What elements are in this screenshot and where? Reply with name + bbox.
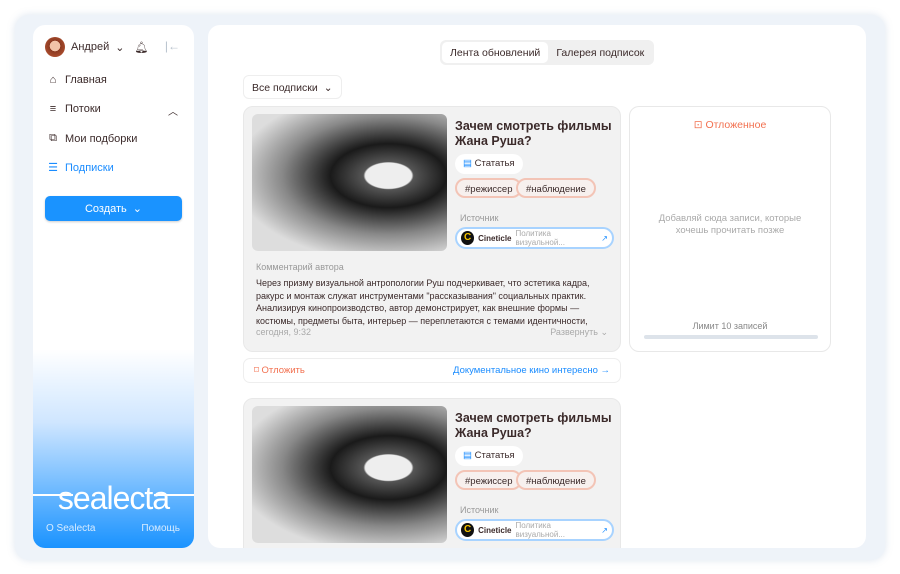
collapse-sidebar-icon[interactable]: |←: [165, 39, 180, 53]
external-link-icon: ↗: [601, 525, 608, 535]
nav-label: Подписки: [65, 161, 114, 174]
stack-icon: ☰: [48, 162, 58, 174]
post-actions: ⌑ Отложить Документальное кино интересно…: [243, 358, 621, 383]
post-title[interactable]: Зачем смотреть фильмы Жана Руша?: [455, 119, 615, 149]
source-name: Cineticle: [478, 525, 512, 535]
user-name: Андрей: [71, 41, 110, 53]
deferred-panel: ⊡ Отложенное Добавляй сюда записи, котор…: [629, 106, 831, 352]
bookmark-icon: ⌑: [254, 365, 259, 376]
sidebar: Андрей ⌄ 🔔︎ |← ⌂ Главная ≡ Потоки ︿ ⧉ Мои п…: [33, 25, 194, 548]
source-link[interactable]: C Cineticle Политика визуальной... ↗: [455, 519, 614, 541]
tag[interactable]: #режиссер: [455, 178, 523, 198]
main-panel: Лента обновлений Галерея подписок Все по…: [208, 25, 866, 548]
post-image: [252, 406, 447, 543]
create-label: Создать: [84, 202, 127, 215]
deferred-limit-bar: [644, 335, 818, 339]
about-link[interactable]: О Sealecta: [46, 523, 95, 534]
type-label: Стататья: [474, 450, 515, 461]
comment-label: Комментарий автора: [256, 262, 344, 272]
external-link-icon: ↗: [601, 233, 608, 243]
tag[interactable]: #наблюдение: [516, 178, 596, 198]
deferred-title-label: Отложенное: [705, 119, 767, 131]
help-link[interactable]: Помощь: [141, 523, 180, 534]
post-title[interactable]: Зачем смотреть фильмы Жана Руша?: [455, 411, 615, 441]
view-tabs: Лента обновлений Галерея подписок: [440, 40, 655, 65]
nav-collections[interactable]: ⧉ Мои подборки: [47, 132, 137, 145]
chevron-up-icon[interactable]: ︿: [168, 103, 178, 118]
sealecta-logo: sealecta: [33, 480, 194, 517]
expand-label: Развернуть: [550, 327, 598, 337]
chevron-down-icon: ⌄: [115, 41, 125, 54]
nav-label: Потоки: [65, 103, 101, 115]
cineticle-logo: C: [461, 231, 475, 245]
type-label: Стататья: [474, 158, 515, 169]
collection-link[interactable]: Документальное кино интересно →: [453, 365, 610, 376]
defer-label: Отложить: [261, 365, 305, 376]
home-icon: ⌂: [49, 74, 57, 86]
post-image: [252, 114, 447, 251]
nav-streams[interactable]: ≡ Потоки: [47, 103, 101, 115]
tag[interactable]: #режиссер: [455, 470, 523, 490]
defer-button[interactable]: ⌑ Отложить: [254, 365, 305, 376]
user-menu[interactable]: Андрей ⌄ 🔔︎: [45, 37, 148, 57]
tab-feed[interactable]: Лента обновлений: [442, 42, 549, 63]
document-icon: ▤: [463, 450, 472, 461]
inbox-icon: ⊡: [693, 119, 703, 131]
type-badge: ▤ Стататья: [455, 446, 523, 466]
timestamp: сегодня, 9:32: [256, 327, 312, 337]
nav-home[interactable]: ⌂ Главная: [47, 74, 107, 86]
create-button[interactable]: Создать ⌄: [45, 196, 182, 221]
deferred-empty-text: Добавляй сюда записи, которые хочешь про…: [658, 213, 802, 236]
source-title: Политика визуальной...: [515, 521, 565, 539]
source-link[interactable]: C Cineticle Политика визуальной... ↗: [455, 227, 614, 249]
chevron-down-icon: ⌄: [323, 82, 333, 94]
chevron-down-icon: ⌄: [132, 203, 143, 215]
tab-gallery[interactable]: Галерея подписок: [548, 42, 652, 63]
filter-value: Все подписки: [252, 82, 318, 94]
nav-label: Мои подборки: [65, 132, 138, 145]
comment-text: Через призму визуальной антропологии Руш…: [256, 278, 590, 326]
type-badge: ▤ Стататья: [455, 154, 523, 174]
subscriptions-filter[interactable]: Все подписки ⌄: [243, 75, 342, 99]
arrow-right-icon: →: [600, 365, 611, 376]
post-card[interactable]: Зачем смотреть фильмы Жана Руша? ▤ Стата…: [243, 106, 621, 352]
nav-label: Главная: [65, 74, 107, 86]
collection-icon: ⧉: [49, 132, 57, 144]
cineticle-logo: C: [461, 523, 475, 537]
deferred-title: ⊡ Отложенное: [630, 119, 830, 131]
source-name: Cineticle: [478, 233, 512, 243]
source-label: Источник: [460, 505, 499, 515]
chevron-down-icon: ⌄: [600, 327, 608, 337]
avatar: [45, 37, 65, 57]
post-card[interactable]: Зачем смотреть фильмы Жана Руша? ▤ Стата…: [243, 398, 621, 548]
lines-icon: ≡: [49, 103, 57, 115]
nav-subscriptions[interactable]: ☰ Подписки: [47, 161, 114, 175]
deferred-limit: Лимит 10 записей: [692, 321, 768, 331]
source-title: Политика визуальной...: [515, 229, 565, 247]
expand-button[interactable]: Развернуть ⌄: [550, 327, 608, 338]
tag[interactable]: #наблюдение: [516, 470, 596, 490]
bell-icon[interactable]: 🔔︎: [134, 41, 148, 54]
source-label: Источник: [460, 213, 499, 223]
collection-label: Документальное кино интересно: [453, 365, 598, 376]
document-icon: ▤: [463, 158, 472, 169]
